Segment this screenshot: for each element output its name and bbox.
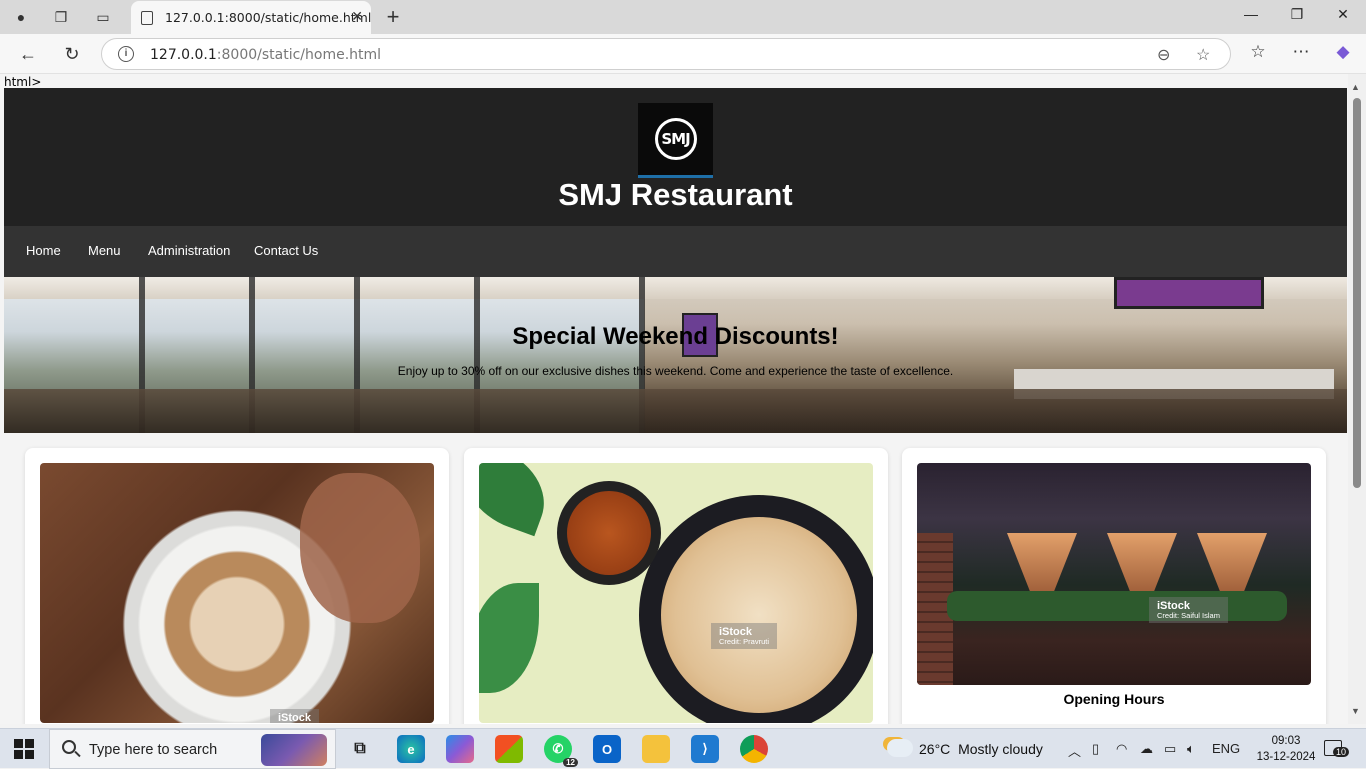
start-button[interactable]	[14, 739, 34, 759]
favorites-icon[interactable]: ☆	[1245, 42, 1271, 62]
hero-text: Enjoy up to 30% off on our exclusive dis…	[397, 364, 954, 378]
whatsapp-icon[interactable]: ✆ 12	[544, 735, 578, 767]
task-view-icon[interactable]: ⧉	[346, 735, 374, 763]
tab-title: 127.0.0.1:8000/static/home.html	[165, 10, 372, 25]
curry-detail	[567, 491, 651, 575]
reload-icon[interactable]: ↻	[60, 42, 84, 66]
dosa-image: iStock Credit: Pravruti	[479, 463, 873, 723]
minimize-button[interactable]: —	[1228, 6, 1274, 28]
stray-markup-text: html>	[4, 75, 42, 89]
url-text: 127.0.0.1:8000/static/home.html	[150, 47, 382, 63]
search-icon	[62, 740, 76, 754]
outlook-icon[interactable]: O	[593, 735, 621, 763]
edge-icon[interactable]: e	[397, 735, 425, 763]
scroll-up-icon[interactable]: ▲	[1351, 82, 1360, 92]
nav-home-link[interactable]: Home	[26, 243, 61, 258]
hero-floor	[4, 389, 1347, 433]
nav-administration-link[interactable]: Administration	[148, 243, 230, 258]
chrome-icon[interactable]	[740, 735, 768, 763]
logo-mark: SMJ	[654, 118, 697, 160]
restaurant-logo: SMJ	[638, 103, 713, 178]
watermark: iStock Credit: Pravruti	[711, 623, 778, 650]
scroll-thumb[interactable]	[1353, 98, 1361, 488]
feature-cards: iStock iStock Credit: Pravruti iStock Cr…	[25, 448, 1327, 724]
coffee-image: iStock	[40, 463, 434, 723]
page-favicon-icon	[141, 11, 153, 25]
battery-icon[interactable]: ▭	[1164, 741, 1176, 757]
dosa-detail	[661, 517, 857, 713]
favorite-star-icon[interactable]: ☆	[1196, 45, 1210, 65]
more-menu-icon[interactable]: ⋯	[1288, 42, 1314, 62]
onedrive-icon[interactable]: ☁	[1140, 741, 1153, 757]
volume-icon[interactable]: 🔈︎	[1187, 741, 1195, 757]
page-scrollbar[interactable]: ▲ ▼	[1348, 74, 1366, 724]
search-highlight-image	[261, 734, 327, 766]
close-tab-icon[interactable]: ✕	[351, 8, 363, 25]
site-navigation: Home Menu Administration Contact Us	[4, 226, 1347, 277]
wifi-icon[interactable]: ◠	[1116, 741, 1127, 757]
hand-image-detail	[300, 473, 420, 623]
notification-count: 10	[1333, 747, 1350, 757]
nav-menu-link[interactable]: Menu	[88, 243, 121, 258]
venue-image: iStock Credit: Saiful Islam	[917, 463, 1311, 685]
clock-time: 09:03	[1271, 735, 1301, 747]
system-clock[interactable]: 09:03 13-12-2024	[1256, 733, 1316, 765]
tray-chevron-icon[interactable]: ︿	[1068, 741, 1081, 760]
card-opening-hours: iStock Credit: Saiful Islam Opening Hours	[902, 448, 1326, 724]
taskbar-search-box[interactable]: Type here to search	[49, 729, 336, 769]
site-title: SMJ Restaurant	[558, 177, 793, 212]
workspaces-icon[interactable]: ❐	[50, 6, 72, 28]
store-icon[interactable]	[495, 735, 523, 763]
leaf-detail	[479, 583, 539, 693]
plants-detail	[947, 591, 1287, 621]
restore-button[interactable]: ❐	[1274, 6, 1320, 28]
watermark: iStock Credit: Saiful Islam	[1149, 597, 1228, 624]
zoom-icon[interactable]: ⊖	[1157, 45, 1170, 65]
close-window-button[interactable]: ✕	[1320, 6, 1366, 28]
watermark: iStock	[270, 709, 320, 723]
vscode-icon[interactable]: ⟩	[691, 735, 719, 763]
site-header: SMJ SMJ Restaurant	[4, 88, 1347, 226]
tab-actions-icon[interactable]: ▭	[92, 6, 114, 28]
browser-tab-bar: ● ❐ ▭ 127.0.0.1:8000/static/home.html ✕ …	[0, 0, 1366, 34]
profile-icon[interactable]: ●	[10, 6, 32, 28]
copilot-icon[interactable]: ◆	[1330, 42, 1356, 62]
scroll-down-icon[interactable]: ▼	[1351, 706, 1360, 716]
weather-cloud-icon[interactable]	[887, 739, 913, 757]
url-input[interactable]: i 127.0.0.1:8000/static/home.html ⊖ ☆	[101, 38, 1231, 70]
hero-tv-screen	[1114, 277, 1264, 309]
card-title: Opening Hours	[1063, 691, 1165, 707]
page-viewport: html> SMJ SMJ Restaurant Home Menu Admin…	[0, 74, 1366, 724]
language-indicator[interactable]: ENG	[1212, 741, 1240, 756]
address-bar-row: ← ↻ i 127.0.0.1:8000/static/home.html ⊖ …	[0, 34, 1366, 74]
clock-date: 13-12-2024	[1256, 751, 1316, 763]
site-info-icon[interactable]: i	[118, 46, 134, 62]
windows-taskbar: Type here to search ⧉ e ✆ 12 O ⟩ 26°C Mos…	[0, 728, 1366, 769]
card-dosa: iStock Credit: Pravruti	[464, 448, 888, 724]
search-placeholder: Type here to search	[89, 742, 218, 758]
leaf-detail	[479, 463, 559, 537]
hero-title: Special Weekend Discounts!	[512, 323, 839, 350]
nav-contact-link[interactable]: Contact Us	[254, 243, 318, 258]
back-arrow-icon[interactable]: ←	[16, 42, 40, 66]
new-tab-button[interactable]: +	[382, 4, 404, 30]
file-explorer-icon[interactable]	[642, 735, 670, 763]
copilot-app-icon[interactable]	[446, 735, 474, 763]
card-coffee: iStock	[25, 448, 449, 724]
weather-text[interactable]: 26°C Mostly cloudy	[919, 741, 1043, 757]
browser-tab-active[interactable]: 127.0.0.1:8000/static/home.html ✕	[131, 1, 371, 34]
device-icon[interactable]: ▯	[1092, 741, 1099, 757]
hero-banner: Special Weekend Discounts! Enjoy up to 3…	[4, 277, 1347, 433]
